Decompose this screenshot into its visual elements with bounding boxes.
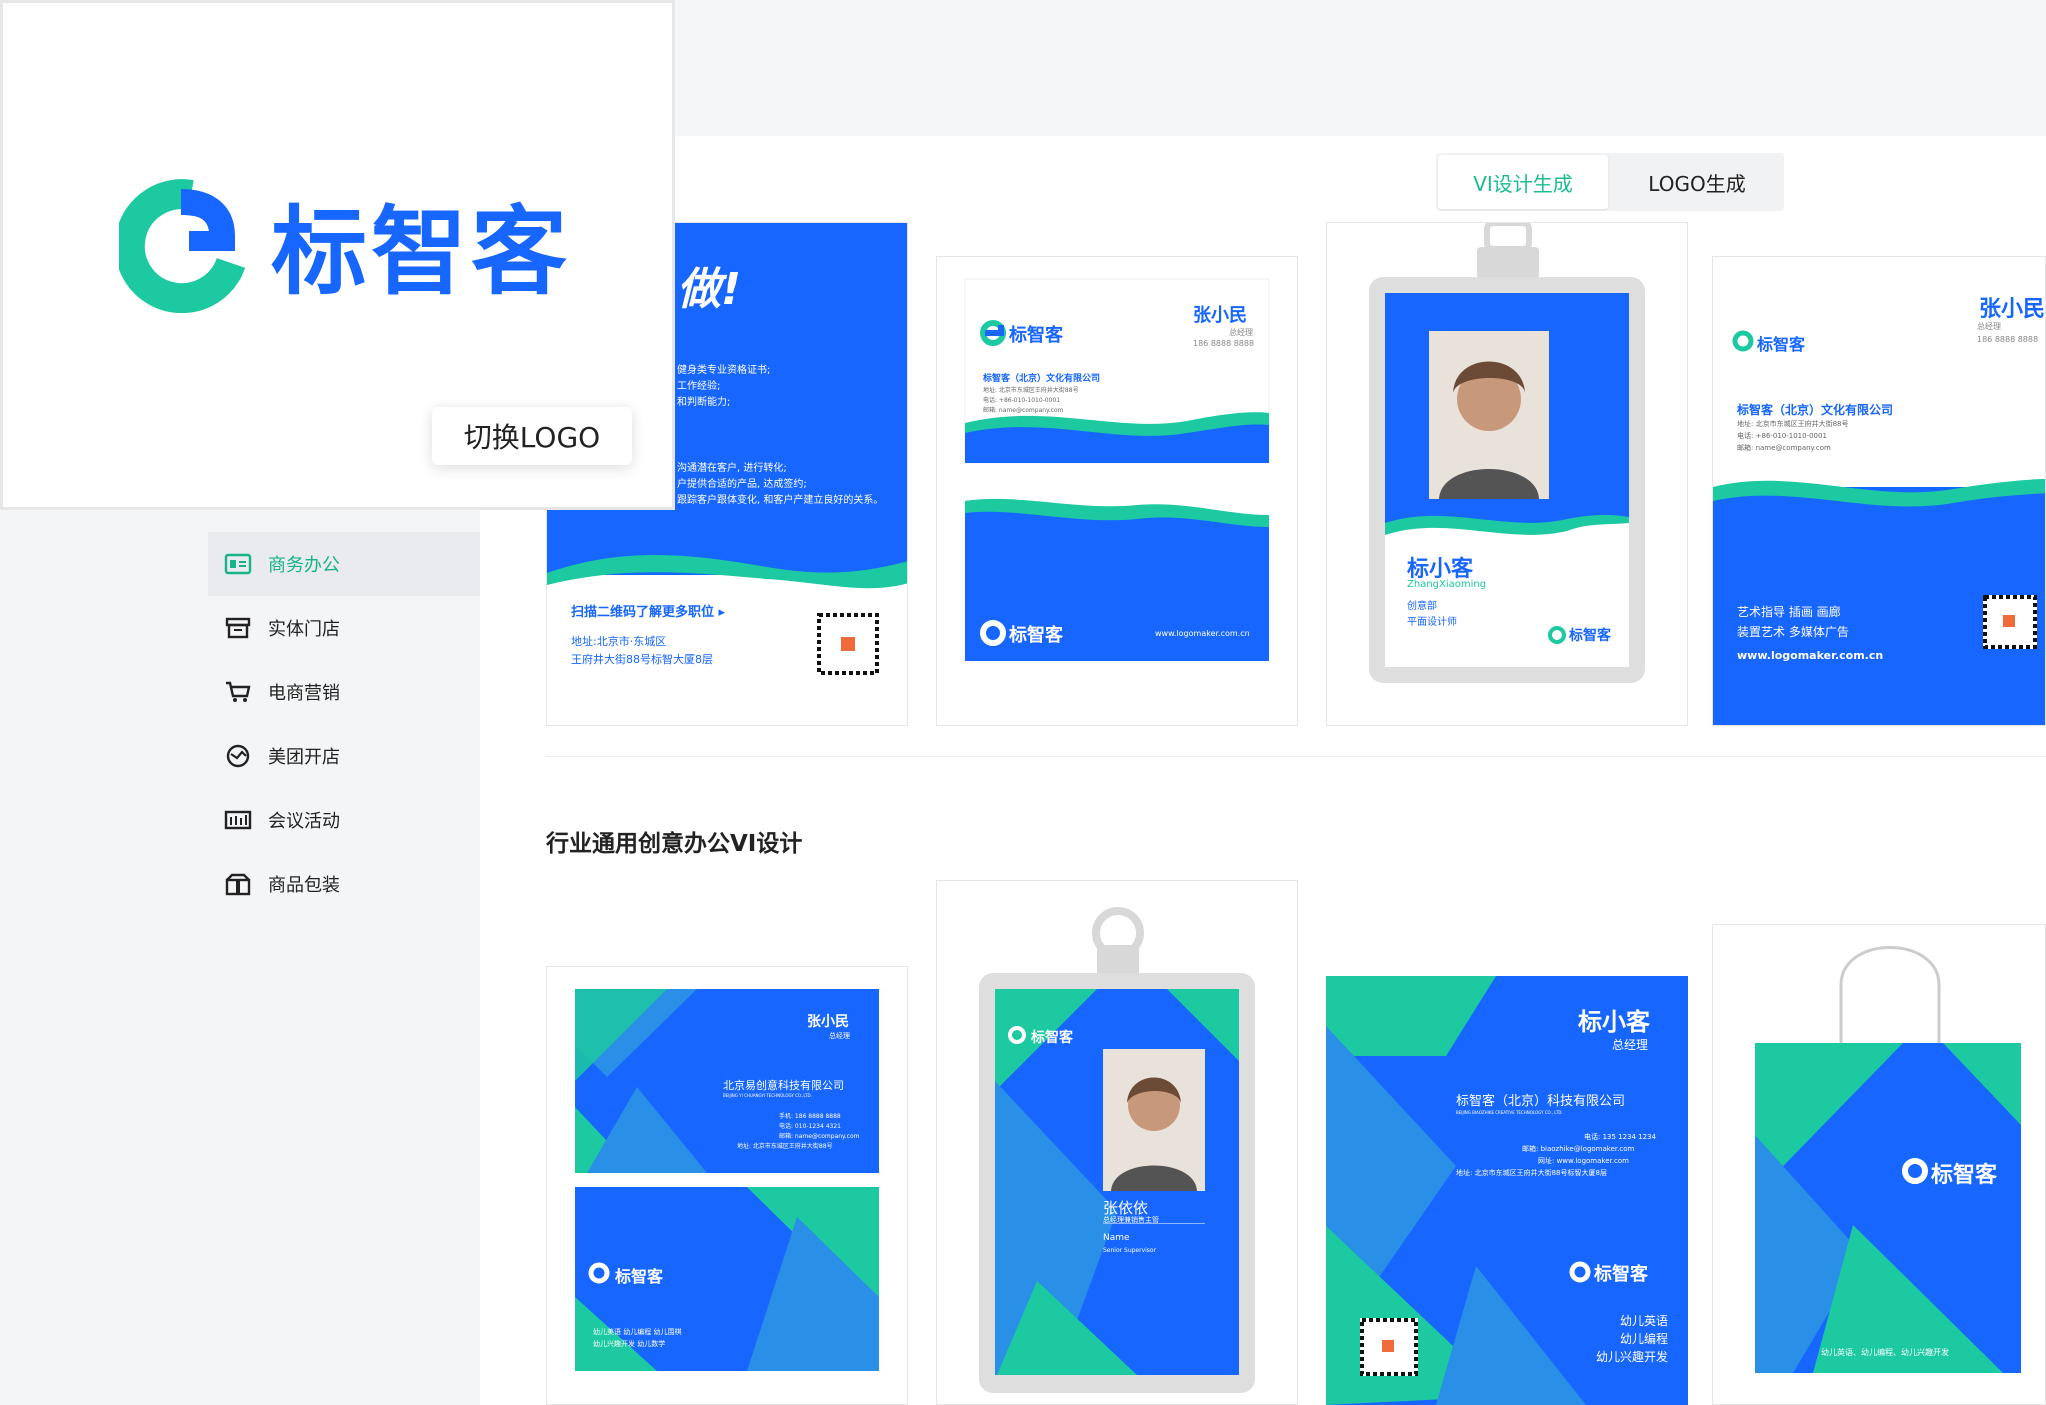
letter-company: 标智客（北京）科技有限公司 [1456,1094,1626,1109]
badge-role: 平面设计师 [1407,617,1457,628]
brand-logo: 标智客 [119,173,571,313]
poster-address-2: 王府井大街88号标智大厦8层 [571,653,713,666]
sidebar-item-label: 商品包装 [268,875,340,896]
tab-logo-generate[interactable]: LOGO生成 [1612,155,1782,209]
switch-logo-button[interactable]: 切换LOGO [432,407,632,465]
letter-tel: 电话: 135 1234 1234 [1584,1133,1657,1141]
large-card-logo-name: 标智客 [1757,335,1806,354]
letter-title: 总经理 [1612,1038,1649,1052]
card-person-name: 张小民 [1193,305,1247,326]
id-badge-mockup[interactable]: 标小客 ZhangXiaoming 创意部 平面设计师 标智客 [1326,222,1688,726]
shopping-bag-mockup[interactable]: 标智客 幼儿英语、幼儿编程、幼儿兴趣开发 [1712,924,2046,1405]
sidebar-item-packaging[interactable]: 商品包装 [208,852,480,916]
geo-card-addr: 地址: 北京市东城区王府井大街88号 [737,1143,833,1150]
geo-badge-name-label: Name [1103,1233,1130,1243]
letter-company-en: BEIJING BIAOZHIKE CREATIVE TECHNOLOGY CO… [1456,1110,1563,1115]
bag-logo-name: 标智客 [1931,1163,1998,1188]
badge-logo-name: 标智客 [1569,628,1611,644]
card-back-logo-name: 标智客 [1009,625,1063,646]
large-card-addr: 地址: 北京市东城区王府井大街88号 [1737,420,1849,428]
card-company: 标智客（北京）文化有限公司 [983,374,1101,384]
brand-mark-icon [119,179,246,313]
badge-art [1369,223,1645,683]
letter-service-2: 幼儿编程 [1620,1332,1669,1346]
card-logo-name: 标智客 [1009,325,1063,346]
large-card-name: 张小民 [1979,297,2046,322]
sidebar-item-label: 电商营销 [268,683,340,704]
card-person-title: 总经理 [1229,328,1253,337]
letter-addr: 地址: 北京市东城区王府井大街88号标智大厦8层 [1456,1169,1607,1177]
poster-headline: 做! [677,264,742,315]
large-card-phone: 186 8888 8888 [1977,335,2039,344]
letter-name: 标小客 [1578,1008,1650,1036]
geo-card-title: 总经理 [829,1032,850,1040]
sidebar-item-physical-store[interactable]: 实体门店 [208,596,480,660]
card-url: www.logomaker.com.cn [1155,629,1250,638]
large-card-tel: 电话: +86-010-1010-0001 [1737,432,1827,440]
main-content: VI设计生成 LOGO生成 做! 健身类专业资格证书; 工作经验; 和判断能力;… [480,136,2046,1405]
letter-service-3: 幼儿兴趣开发 [1596,1350,1669,1364]
section-title: 行业通用创意办公VI设计 [546,831,803,857]
geo-badge-role: 总经理兼销售主管 [1103,1216,1159,1224]
geo-business-card-mockup[interactable]: 张小民 总经理 北京易创意科技有限公司 BEIJING YI CHUANGYI … [546,966,908,1405]
large-card-company: 标智客（北京）文化有限公司 [1737,403,1894,417]
bag-footer: 幼儿英语、幼儿编程、幼儿兴趣开发 [1821,1348,1949,1357]
sidebar: 商务办公 实体门店 电商营销 美团开店 会议活动 商品包装 [0,510,480,1405]
badge-pinyin: ZhangXiaoming [1407,579,1487,590]
card-addr: 地址: 北京市东城区王府井大街88号 [983,387,1079,394]
geo-card-name: 张小民 [807,1014,849,1030]
geo-badge-logo-name: 标智客 [1031,1030,1073,1046]
geo-card-phone: 手机: 186 8888 8888 [779,1113,841,1120]
section-divider [546,756,2046,757]
sidebar-item-meituan[interactable]: 美团开店 [208,724,480,788]
sidebar-item-business-office[interactable]: 商务办公 [208,532,480,596]
geo-letterhead-mockup[interactable]: 标小客 总经理 标智客（北京）科技有限公司 BEIJING BIAOZHIKE … [1326,966,1688,1405]
large-card-email: 邮箱: name@company.com [1737,444,1831,452]
large-card-title: 总经理 [1977,322,2001,331]
sidebar-item-ecommerce[interactable]: 电商营销 [208,660,480,724]
conference-icon [224,810,252,830]
letter-service-1: 幼儿英语 [1620,1314,1669,1328]
shopping-cart-icon [226,681,251,702]
sidebar-item-label: 实体门店 [268,619,340,640]
tab-vi-design[interactable]: VI设计生成 [1438,155,1608,209]
poster-address-1: 地址:北京市·东城区 [571,635,667,648]
geo-badge-role-en: Senior Supervisor [1103,1247,1157,1254]
geo-card-back-1: 幼儿美语 幼儿编程 幼儿围棋 [593,1328,682,1336]
geo-card-email: 邮箱: name@company.com [779,1133,860,1140]
badge-dept: 创意部 [1407,601,1437,612]
business-card-mockup[interactable]: 标智客 张小民 总经理 186 8888 8888 标智客（北京）文化有限公司 … [936,256,1298,726]
sidebar-item-label: 商务办公 [268,555,340,576]
letter-web: 网址: www.logomaker.com [1538,1157,1629,1165]
card-phone: 186 8888 8888 [1193,339,1255,348]
id-card-icon [224,553,252,575]
poster-scan-text: 扫描二维码了解更多职位 ▸ [571,605,726,620]
geo-card-tel: 电话: 010-1234 4321 [779,1123,841,1130]
geo-card-logo-name: 标智客 [615,1267,664,1286]
large-card-services-2: 装置艺术 多媒体广告 [1737,625,1849,639]
letter-email: 邮箱: biaozhike@logomaker.com [1522,1145,1635,1153]
sidebar-item-label: 美团开店 [268,747,340,768]
geo-badge-art [979,907,1255,1393]
card-tel: 电话: +86-010-1010-0001 [983,397,1061,404]
mode-tabs: VI设计生成 LOGO生成 [1436,153,1784,211]
large-card-url: www.logomaker.com.cn [1737,649,1884,662]
sidebar-item-conference[interactable]: 会议活动 [208,788,480,852]
logo-preview-panel: 标智客 切换LOGO [0,0,675,510]
package-icon [225,873,251,896]
card-email: 邮箱: name@company.com [983,407,1064,414]
poster-body: 健身类专业资格证书; 工作经验; 和判断能力; 沟通潜在客户, 进行转化; 户提… [677,365,884,506]
large-card-mockup[interactable]: 标智客 张小民 总经理 186 8888 8888 标智客（北京）文化有限公司 … [1712,256,2046,726]
geo-card-company-en: BEIJING YI CHUANGYI TECHNOLOGY CO.,LTD. [723,1093,812,1098]
meituan-icon [226,744,250,768]
brand-name: 标智客 [271,195,571,308]
geo-card-company: 北京易创意科技有限公司 [723,1079,844,1092]
sidebar-item-label: 会议活动 [268,811,340,832]
large-card-services-1: 艺术指导 插画 画廊 [1737,605,1841,619]
storefront-icon [225,617,251,639]
geo-badge-mockup[interactable]: 标智客 张依依 总经理兼销售主管 Name Senior Supervisor [936,880,1298,1405]
geo-card-back-2: 幼儿兴趣开发 幼儿数学 [593,1340,666,1348]
letter-logo-name: 标智客 [1594,1264,1648,1285]
